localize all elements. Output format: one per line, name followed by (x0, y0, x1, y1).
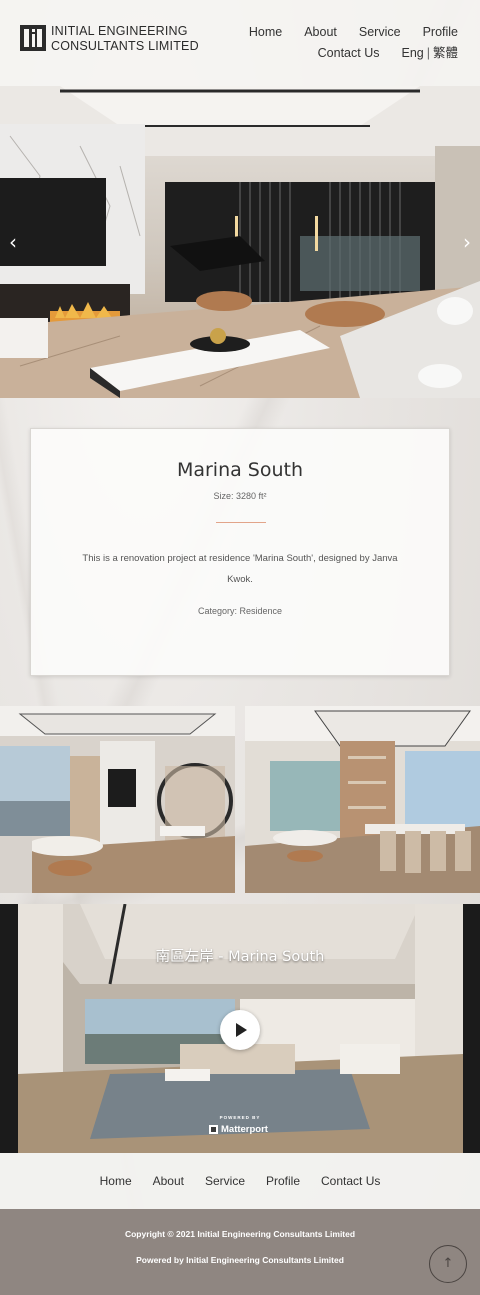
gallery-image-1[interactable] (0, 706, 235, 893)
logo-line-1: INITIAL ENGINEERING (51, 24, 188, 38)
powered-by-label: POWERED BY (219, 1115, 261, 1120)
nav-profile[interactable]: Profile (423, 22, 458, 43)
footer-nav-home[interactable]: Home (100, 1174, 132, 1188)
lang-zh[interactable]: 繁體 (433, 43, 458, 64)
project-category: Category: Residence (197, 606, 283, 616)
nav-home[interactable]: Home (249, 22, 282, 43)
lang-separator: | (426, 46, 430, 60)
gallery-image-2[interactable] (245, 706, 480, 893)
project-description: This is a renovation project at residenc… (82, 553, 398, 585)
site-header: INITIAL ENGINEERING CONSULTANTS LIMITED … (0, 0, 480, 86)
footer-nav-about[interactable]: About (153, 1174, 184, 1188)
matterport-tour[interactable]: 南區左岸 - Marina South POWERED BY Matterpor… (0, 904, 480, 1153)
hero-image (0, 86, 480, 398)
matterport-icon (209, 1124, 218, 1134)
footer-nav-service[interactable]: Service (205, 1174, 245, 1188)
project-size: Size: 3280 ft² (213, 491, 267, 501)
project-title: Marina South (176, 459, 304, 481)
logo-line-2: CONSULTANTS LIMITED (51, 39, 199, 53)
logo-text[interactable]: INITIAL ENGINEERING CONSULTANTS LIMITED (51, 24, 199, 54)
tour-title: 南區左岸 - Marina South (155, 949, 325, 965)
nav-contact[interactable]: Contact Us (318, 43, 380, 64)
nav-service[interactable]: Service (359, 22, 401, 43)
matterport-logo[interactable]: Matterport (209, 1122, 268, 1136)
accent-divider (216, 522, 266, 523)
powered-by-text: Powered by Initial Engineering Consultan… (136, 1255, 344, 1265)
footer-nav-contact[interactable]: Contact Us (321, 1174, 380, 1188)
arrow-up-icon[interactable]: ↑ (429, 1245, 467, 1283)
lang-eng[interactable]: Eng (401, 43, 423, 64)
copyright-text: Copyright © 2021 Initial Engineering Con… (124, 1229, 356, 1239)
footer-nav-profile[interactable]: Profile (266, 1174, 300, 1188)
project-info-card: Marina South Size: 3280 ft² This is a re… (30, 428, 450, 676)
nav-about[interactable]: About (304, 22, 337, 43)
language-switcher: Eng | 繁體 (401, 43, 458, 64)
main-nav: Home About Service Profile Contact Us En… (218, 22, 458, 64)
logo-icon[interactable] (20, 25, 46, 51)
hero-slider[interactable]: ‹ › (0, 86, 480, 398)
chevron-right-icon[interactable]: › (457, 232, 477, 252)
play-icon[interactable] (220, 1010, 260, 1050)
footer-nav: Home About Service Profile Contact Us (0, 1153, 480, 1209)
chevron-left-icon[interactable]: ‹ (3, 232, 23, 252)
site-footer: Copyright © 2021 Initial Engineering Con… (0, 1209, 480, 1295)
matterport-brand: Matterport (221, 1123, 268, 1135)
